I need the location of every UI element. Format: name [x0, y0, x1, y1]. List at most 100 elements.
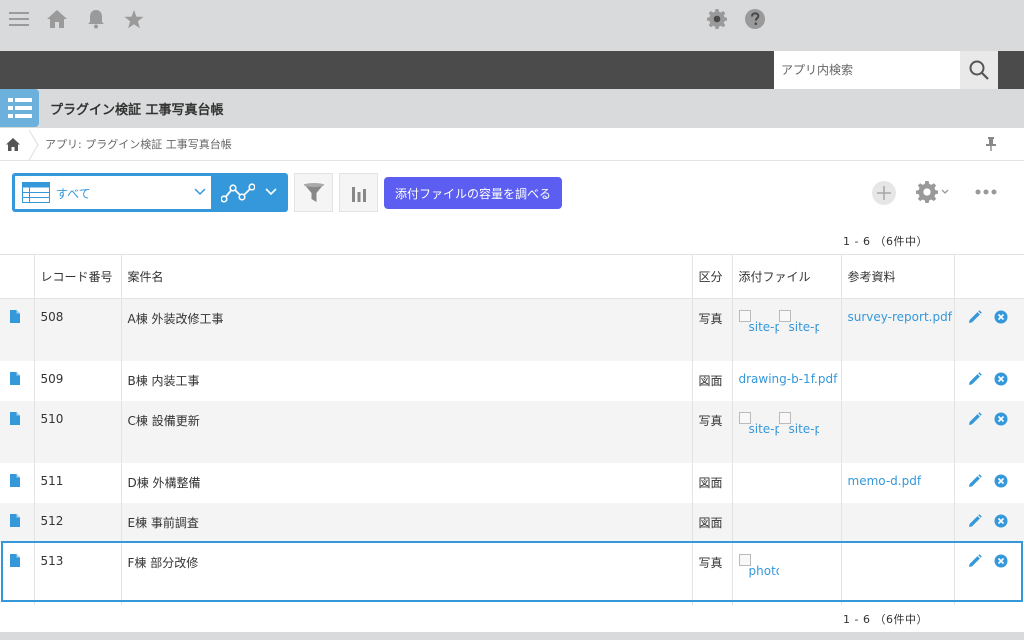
attachment-cell: site-p site-p — [732, 400, 842, 463]
detail-cell[interactable] — [0, 502, 35, 543]
delete-icon[interactable] — [994, 474, 1008, 488]
graph-icon — [221, 183, 255, 203]
breadcrumb-home-icon[interactable] — [6, 136, 22, 152]
breadcrumb[interactable]: アプリ: プラグイン検証 工事写真台帳 — [45, 136, 232, 152]
chevron-down-icon — [941, 189, 949, 194]
actions-cell — [954, 298, 1024, 361]
detail-cell[interactable] — [0, 400, 35, 463]
case-name-cell: B棟 内装工事 — [121, 360, 693, 401]
actions-cell — [954, 400, 1024, 463]
bar-chart-icon — [351, 186, 366, 202]
edit-icon[interactable] — [968, 371, 982, 386]
attachment-link[interactable]: drawing-b-1f.pdf — [739, 372, 838, 386]
top-gap — [0, 0, 1024, 51]
record-detail-icon[interactable] — [10, 553, 20, 567]
record-detail-icon[interactable] — [10, 310, 20, 323]
reference-cell — [841, 542, 955, 605]
delete-icon[interactable] — [994, 372, 1008, 386]
header-attachment[interactable]: 添付ファイル — [732, 254, 842, 299]
record-number-cell: 509 — [34, 360, 122, 401]
detail-cell[interactable] — [0, 462, 35, 503]
settings-menu[interactable] — [916, 181, 949, 203]
attachment-cell: site-p site-p — [732, 298, 842, 361]
header-detail — [0, 254, 35, 299]
table-row: 511 D棟 外構整備 図面 memo-d.pdf — [0, 462, 1024, 503]
records-table: レコード番号 案件名 区分 添付ファイル 参考資料 508 A棟 外装改修工事 … — [0, 254, 1024, 605]
delete-icon[interactable] — [994, 554, 1008, 568]
edit-icon[interactable] — [968, 411, 982, 426]
record-number-cell: 508 — [34, 298, 122, 361]
reference-cell — [841, 502, 955, 543]
graph-button[interactable] — [339, 173, 378, 212]
case-name-cell: C棟 設備更新 — [121, 400, 693, 463]
edit-icon[interactable] — [968, 513, 982, 528]
edit-icon[interactable] — [968, 553, 982, 568]
pagination-count: 1 - 6 （6件中） — [843, 235, 928, 248]
attachment-thumbnail[interactable]: site-p — [738, 310, 779, 334]
attachment-thumbnail[interactable]: site-p — [738, 411, 779, 436]
app-search-input[interactable] — [774, 51, 960, 89]
delete-icon[interactable] — [994, 412, 1008, 426]
bell-icon[interactable] — [85, 9, 107, 29]
table-row: 510 C棟 設備更新 写真 site-p site-p — [0, 400, 1024, 463]
list-view-icon — [22, 182, 50, 203]
attachment-cell — [732, 462, 842, 503]
edit-icon[interactable] — [968, 473, 982, 488]
record-number-cell: 511 — [34, 462, 122, 503]
reference-link[interactable]: memo-d.pdf — [848, 474, 922, 488]
detail-cell[interactable] — [0, 542, 35, 605]
delete-icon[interactable] — [994, 310, 1008, 324]
search-button[interactable] — [960, 51, 998, 89]
filter-button[interactable] — [294, 173, 333, 212]
record-detail-icon[interactable] — [10, 513, 20, 527]
case-name-cell: E棟 事前調査 — [121, 502, 693, 543]
detail-cell[interactable] — [0, 298, 35, 361]
breadcrumb-separator — [28, 130, 39, 160]
pin-icon[interactable] — [985, 136, 997, 155]
header-reference[interactable]: 参考資料 — [841, 254, 955, 299]
search-icon — [969, 60, 989, 80]
attachment-thumbnail[interactable]: photo — [738, 553, 779, 578]
actions-cell — [954, 502, 1024, 543]
table-row: 512 E棟 事前調査 図面 — [0, 502, 1024, 543]
add-record-button[interactable] — [872, 181, 896, 205]
detail-cell[interactable] — [0, 360, 35, 401]
edit-icon[interactable] — [968, 310, 982, 324]
menu-icon[interactable] — [8, 9, 30, 29]
plus-icon — [877, 186, 891, 200]
app-icon — [0, 89, 39, 127]
attachment-cell: drawing-b-1f.pdf — [732, 360, 842, 401]
more-options-icon[interactable] — [975, 189, 997, 195]
record-detail-icon[interactable] — [10, 473, 20, 487]
header-category[interactable]: 区分 — [692, 254, 733, 299]
home-icon[interactable] — [46, 9, 68, 29]
header-case-name[interactable]: 案件名 — [121, 254, 693, 299]
delete-icon[interactable] — [994, 514, 1008, 528]
gear-icon[interactable] — [706, 9, 728, 29]
attachment-thumbnail[interactable]: site-p — [778, 411, 819, 436]
record-detail-icon[interactable] — [10, 371, 20, 385]
table-row: 508 A棟 外装改修工事 写真 site-p site-p survey-rep… — [0, 298, 1024, 361]
record-detail-icon[interactable] — [10, 411, 20, 425]
attachment-cell — [732, 502, 842, 543]
case-name-cell: F棟 部分改修 — [121, 542, 693, 605]
category-cell: 写真 — [692, 542, 733, 605]
filter-icon — [303, 182, 324, 202]
record-number-cell: 513 — [34, 542, 122, 605]
actions-cell — [954, 360, 1024, 401]
reference-cell — [841, 360, 955, 401]
reference-cell: survey-report.pdf — [841, 298, 955, 361]
header-record-number[interactable]: レコード番号 — [34, 254, 122, 299]
category-cell: 図面 — [692, 360, 733, 401]
help-icon[interactable] — [744, 9, 766, 29]
star-icon[interactable] — [123, 9, 145, 29]
attachment-thumbnail[interactable]: site-p — [778, 310, 819, 334]
reference-link[interactable]: survey-report.pdf — [848, 310, 952, 324]
attachment-cell: photo — [732, 542, 842, 605]
check-attachment-size-button[interactable]: 添付ファイルの容量を調べる — [384, 177, 562, 209]
pagination-count-bottom: 1 - 6 （6件中） — [843, 613, 928, 626]
chevron-down-icon — [194, 188, 206, 196]
category-cell: 写真 — [692, 298, 733, 361]
gear-icon — [916, 181, 938, 203]
table-row: 513 F棟 部分改修 写真 photo — [0, 542, 1024, 605]
